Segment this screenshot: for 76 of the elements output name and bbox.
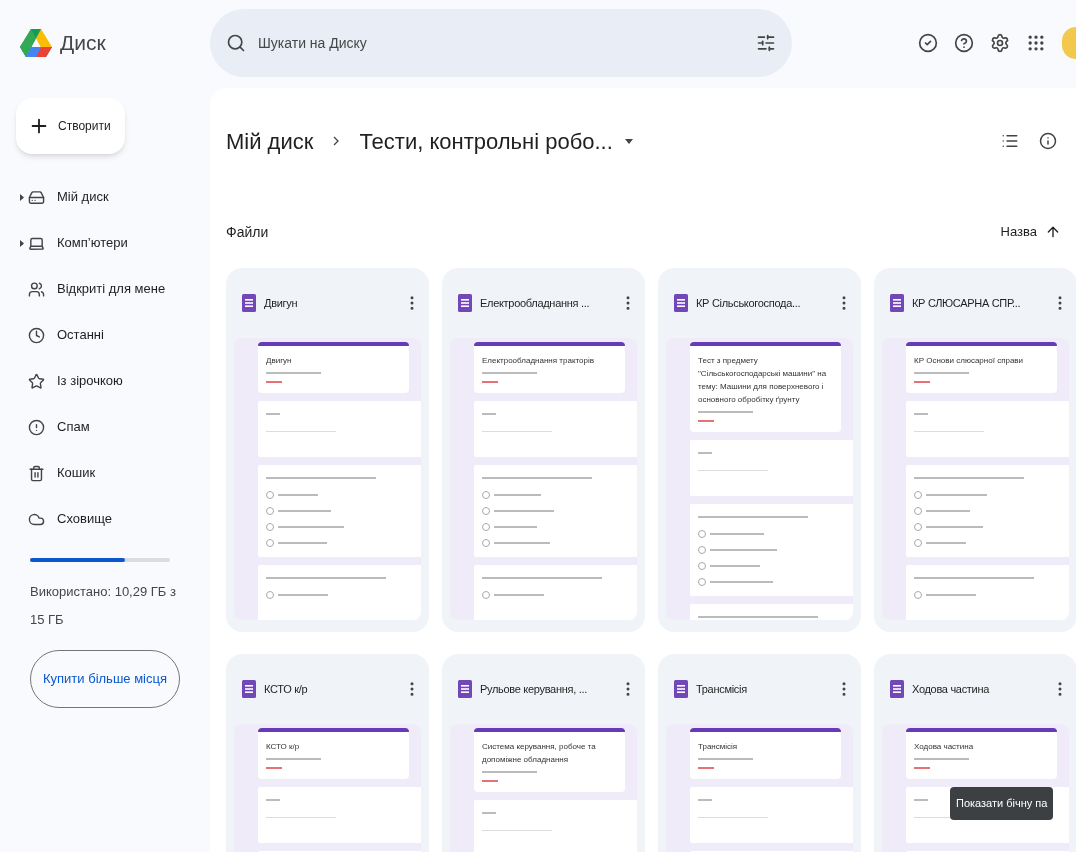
breadcrumb-item[interactable]: Тести, контрольні робо...	[359, 124, 613, 158]
file-name: КСТО к/р	[264, 681, 309, 697]
offline-status-icon[interactable]	[918, 33, 938, 53]
file-name: Двигун	[264, 295, 299, 311]
form-document-icon	[890, 294, 904, 312]
sidebar-label: Мій диск	[57, 188, 109, 207]
form-title: Електрообладнання тракторів	[482, 355, 595, 367]
form-title: Система керування, робоче та допоміжне обладнання	[482, 741, 597, 766]
sidebar-item[interactable]: Відкриті для мене	[0, 266, 210, 312]
form-title: Тест з предмету "Сільськогосподарські машини" на тему: Машини для поверхневого і основного обробітку ґрунту	[698, 355, 828, 406]
storage-usage-text: Використано: 10,29 ГБ з 15 ГБ	[30, 583, 177, 629]
help-icon[interactable]	[954, 33, 974, 53]
drive-logo-icon	[20, 29, 52, 57]
settings-icon[interactable]	[990, 33, 1010, 53]
dropdown-caret-icon[interactable]	[624, 138, 633, 144]
file-name: КР СЛЮСАРНА СПР...	[912, 295, 1022, 311]
file-card[interactable]: КР СЛЮСАРНА СПР... КР Основи слюсарної справи	[874, 268, 1076, 632]
sidebar-label: Кошик	[57, 464, 96, 483]
sidebar-item[interactable]: Останні	[0, 312, 210, 358]
file-card[interactable]: Електрообладнання ... Електрообладнання тракторів	[442, 268, 645, 632]
form-title: КСТО к/р	[266, 741, 301, 753]
file-card[interactable]: Трансмісія Трансмісія	[658, 654, 861, 852]
form-document-icon	[242, 680, 256, 698]
file-name: Трансмісія	[696, 681, 748, 697]
sidebar-item[interactable]: Комп’ютери	[0, 220, 210, 266]
form-document-icon	[242, 294, 256, 312]
search-field[interactable]: Шукати на Диску	[210, 9, 792, 77]
sidebar-item[interactable]: Із зірочкою	[0, 358, 210, 404]
expand-caret-icon[interactable]	[20, 239, 24, 247]
file-card[interactable]: КР Сільськогоспода... Тест з предмету "Сільськогосподарські машини" на тему: Машини для поверхневого і основного обробітку ґрунту	[658, 268, 861, 632]
file-name: КР Сільськогоспода...	[696, 295, 802, 311]
info-icon[interactable]	[1039, 132, 1057, 150]
sidebar-item[interactable]: Спам	[0, 404, 210, 450]
sidebar-label: Відкриті для мене	[57, 280, 166, 299]
sidebar-label: Спам	[57, 418, 90, 437]
star-icon	[28, 372, 45, 390]
breadcrumb-item[interactable]: Мій диск	[226, 124, 314, 158]
form-document-icon	[458, 294, 472, 312]
drive-icon	[28, 188, 45, 206]
form-title: КР Основи слюсарної справи	[914, 355, 1025, 367]
form-title: Двигун	[266, 355, 293, 367]
file-card[interactable]: Двигун Двигун	[226, 268, 429, 632]
app-name: Диск	[60, 30, 106, 57]
trash-icon	[28, 464, 45, 482]
sidebar-label: Останні	[57, 326, 104, 345]
filter-icon[interactable]	[756, 33, 776, 53]
form-document-icon	[458, 680, 472, 698]
file-name: Електрообладнання ...	[480, 295, 591, 311]
sidebar-item[interactable]: Мій диск	[0, 174, 210, 220]
new-button[interactable]: Створити	[16, 98, 125, 154]
sidebar-label: Сховище	[57, 510, 112, 529]
breadcrumb-separator-icon	[333, 136, 340, 146]
file-name: Рульове керування, ...	[480, 681, 588, 697]
file-name: Ходова частина	[912, 681, 991, 697]
form-document-icon	[890, 680, 904, 698]
file-card[interactable]: КСТО к/р КСТО к/р	[226, 654, 429, 852]
section-title: Файли	[226, 223, 269, 242]
sort-button[interactable]: Назва	[1000, 222, 1061, 242]
form-title: Ходова частина	[914, 741, 975, 753]
people-icon	[28, 280, 45, 298]
search-icon	[226, 33, 246, 53]
tooltip: Показати бічну па	[950, 787, 1054, 820]
list-view-icon[interactable]	[1001, 132, 1019, 150]
sidebar-item[interactable]: Сховище	[0, 496, 210, 542]
clock-icon	[28, 326, 45, 344]
form-title: Трансмісія	[698, 741, 739, 753]
form-document-icon	[674, 294, 688, 312]
file-card[interactable]: Рульове керування, ... Система керування, робоче та допоміжне обладнання	[442, 654, 645, 852]
sidebar-item[interactable]: Кошик	[0, 450, 210, 496]
search-input[interactable]: Шукати на Диску	[258, 32, 744, 54]
form-document-icon	[674, 680, 688, 698]
sidebar-label: Із зірочкою	[57, 372, 123, 391]
apps-grid-icon[interactable]	[1026, 33, 1046, 53]
expand-caret-icon[interactable]	[20, 193, 24, 201]
alert-icon	[28, 418, 45, 436]
sidebar-label: Комп’ютери	[57, 234, 128, 253]
